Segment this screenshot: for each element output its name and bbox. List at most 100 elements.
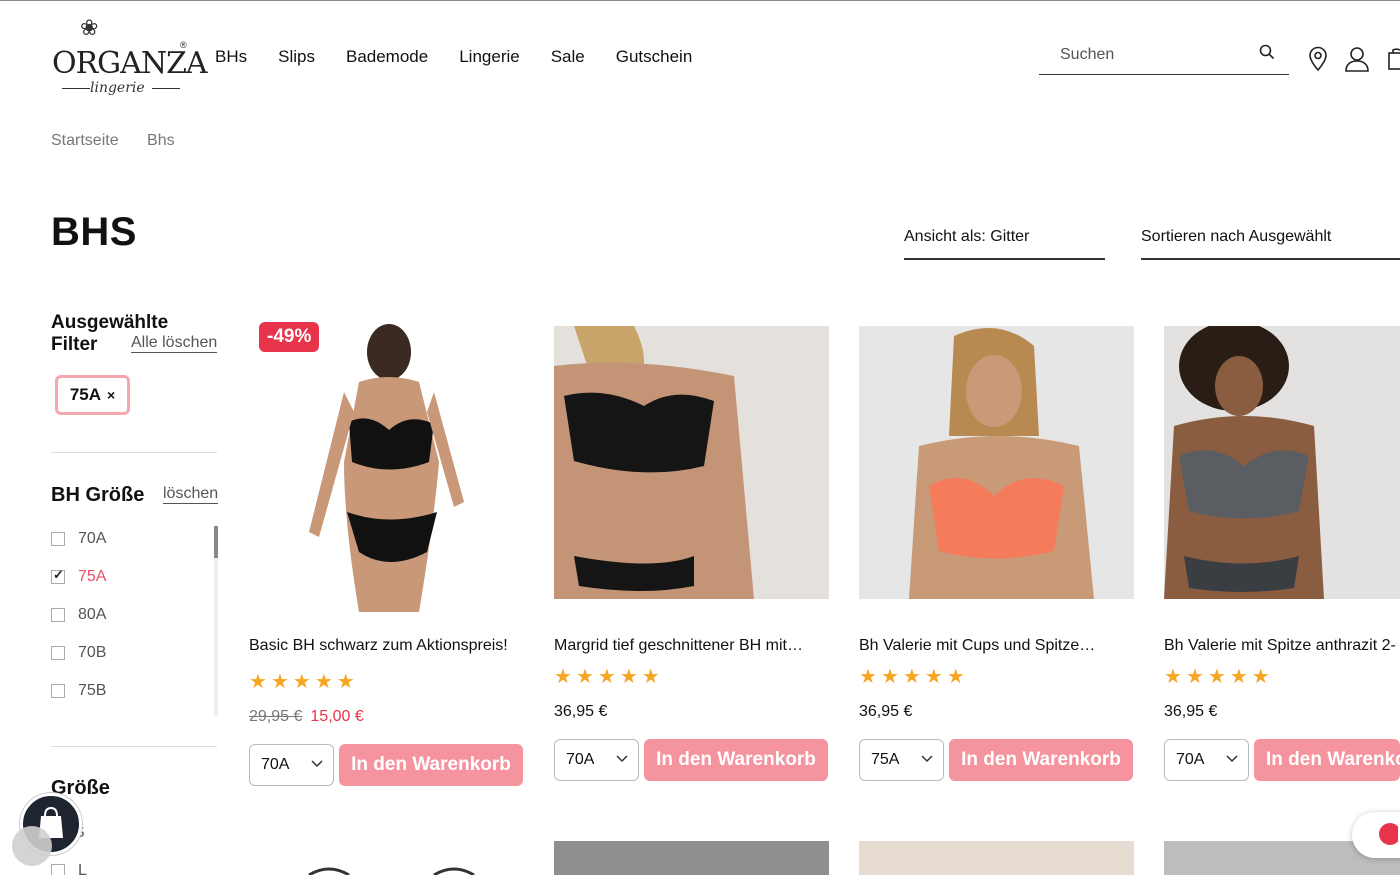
product-name[interactable]: Margrid tief geschnittener BH mit…: [554, 637, 829, 655]
checkbox[interactable]: [51, 646, 65, 660]
bh-size-clear-link[interactable]: löschen: [163, 485, 219, 504]
size-option-70b[interactable]: 70B: [51, 642, 191, 664]
view-mode-dropdown[interactable]: Ansicht als: Gitter: [904, 228, 1105, 260]
star-icon: ★: [902, 666, 921, 688]
product-image[interactable]: [554, 326, 829, 599]
checkbox[interactable]: [51, 684, 65, 698]
size-option-label: 75A: [78, 568, 107, 585]
size-option-75b[interactable]: 75B: [51, 680, 191, 702]
discount-badge: -49%: [259, 322, 320, 352]
size-list-scrollbar[interactable]: [214, 526, 218, 716]
tagline-swirl-right: [152, 88, 180, 89]
brand-logo[interactable]: ❀ ORGANZA ® lingerie: [52, 16, 208, 100]
add-to-cart-button[interactable]: In den Warenkorb: [949, 739, 1133, 781]
rating-stars: ★ ★ ★ ★ ★: [554, 667, 660, 687]
store-locator-icon[interactable]: [1307, 46, 1329, 72]
registered-mark: ®: [180, 40, 187, 50]
add-to-cart-button[interactable]: In den Warenko: [1254, 739, 1400, 781]
top-border: [0, 0, 1400, 1]
nav-item-sale[interactable]: Sale: [551, 47, 585, 67]
star-icon: ★: [880, 666, 899, 688]
star-icon: ★: [1207, 666, 1226, 688]
product-image[interactable]: [249, 858, 524, 875]
chat-button[interactable]: [1352, 812, 1400, 858]
checkbox[interactable]: [51, 864, 65, 875]
size-option-label: L: [78, 862, 87, 875]
product-photo: [309, 324, 464, 612]
search-input[interactable]: Suchen: [1039, 40, 1289, 75]
rating-stars: ★ ★ ★ ★ ★: [859, 667, 965, 687]
star-icon: ★: [597, 666, 616, 688]
active-filter-chip[interactable]: 75A ×: [55, 375, 130, 415]
product-image[interactable]: [554, 841, 829, 875]
size-select-value: 70A: [261, 756, 290, 773]
star-icon: ★: [270, 671, 289, 693]
chevron-down-icon: [1226, 755, 1238, 763]
nav-item-gutschein[interactable]: Gutschein: [616, 47, 693, 67]
shopify-mini-button[interactable]: [12, 826, 52, 866]
checkbox[interactable]: [51, 608, 65, 622]
product-card[interactable]: Bh Valerie mit Spitze anthrazit 2- ★ ★ ★ ★ ★…: [1164, 326, 1400, 786]
chevron-down-icon: [311, 760, 323, 768]
star-icon: ★: [641, 666, 660, 688]
scrollbar-thumb[interactable]: [214, 526, 218, 558]
add-to-cart-button[interactable]: In den Warenkorb: [644, 739, 828, 781]
nav-item-slips[interactable]: Slips: [278, 47, 315, 67]
size-option-label: 80A: [78, 606, 107, 623]
size-select[interactable]: 75A: [859, 739, 944, 781]
size-option-label: 70B: [78, 644, 107, 661]
tagline-swirl-left: [62, 88, 90, 89]
checkbox[interactable]: [51, 532, 65, 546]
bh-size-facet-title[interactable]: BH Größe: [51, 484, 144, 507]
price: 29,95 € 15,00 €: [249, 708, 364, 726]
add-to-cart-button[interactable]: In den Warenkorb: [339, 744, 523, 786]
size-select[interactable]: 70A: [249, 744, 334, 786]
size-option-80a[interactable]: 80A: [51, 604, 191, 626]
star-icon: ★: [946, 666, 965, 688]
star-icon: ★: [1229, 666, 1248, 688]
clear-all-filters-link[interactable]: Alle löschen: [131, 334, 218, 353]
account-icon[interactable]: [1344, 46, 1370, 72]
rating-stars: ★ ★ ★ ★ ★: [249, 672, 355, 692]
product-image[interactable]: [859, 326, 1134, 599]
nav-item-bademode[interactable]: Bademode: [346, 47, 428, 67]
size-option-label: 75B: [78, 682, 107, 699]
product-name[interactable]: Bh Valerie mit Spitze anthrazit 2-: [1164, 637, 1400, 655]
price: 36,95 €: [1164, 703, 1218, 720]
search-placeholder: Suchen: [1060, 46, 1115, 63]
divider: [51, 452, 217, 453]
breadcrumb-current: Bhs: [147, 132, 175, 149]
product-image[interactable]: [1164, 326, 1400, 599]
product-image[interactable]: -49%: [249, 312, 524, 612]
star-icon: ★: [924, 666, 943, 688]
search-icon[interactable]: [1259, 44, 1275, 60]
sort-dropdown[interactable]: Sortieren nach Ausgewählt: [1141, 228, 1400, 260]
size-select-value: 70A: [566, 751, 595, 768]
nav-item-lingerie[interactable]: Lingerie: [459, 47, 520, 67]
size-option-75a[interactable]: 75A: [51, 566, 191, 588]
product-image[interactable]: [859, 841, 1134, 875]
old-price: 29,95 €: [249, 708, 303, 725]
price: 36,95 €: [554, 703, 608, 720]
chat-bubble-icon: [1379, 823, 1400, 845]
size-select[interactable]: 70A: [1164, 739, 1249, 781]
size-option-l[interactable]: L: [51, 862, 87, 875]
nav-item-bhs[interactable]: BHs: [215, 47, 247, 67]
chevron-down-icon: [921, 755, 933, 763]
star-icon: ★: [554, 666, 572, 688]
star-icon: ★: [619, 666, 638, 688]
product-photo: [909, 328, 1094, 599]
size-select[interactable]: 70A: [554, 739, 639, 781]
breadcrumb-home[interactable]: Startseite: [51, 132, 119, 149]
cart-icon[interactable]: [1388, 46, 1400, 72]
brand-tagline: lingerie: [90, 80, 145, 96]
checkbox-checked[interactable]: [51, 567, 65, 584]
chip-remove-icon[interactable]: ×: [107, 387, 115, 403]
brand-name: ORGANZA: [52, 46, 208, 81]
size-option-70a[interactable]: 70A: [51, 528, 191, 550]
main-nav: BHs Slips Bademode Lingerie Sale Gutsche…: [215, 47, 723, 67]
product-name[interactable]: Basic BH schwarz zum Aktionspreis!: [249, 637, 524, 655]
chip-label: 75A: [69, 385, 101, 404]
product-name[interactable]: Bh Valerie mit Cups und Spitze…: [859, 637, 1134, 655]
price: 36,95 €: [859, 703, 913, 720]
